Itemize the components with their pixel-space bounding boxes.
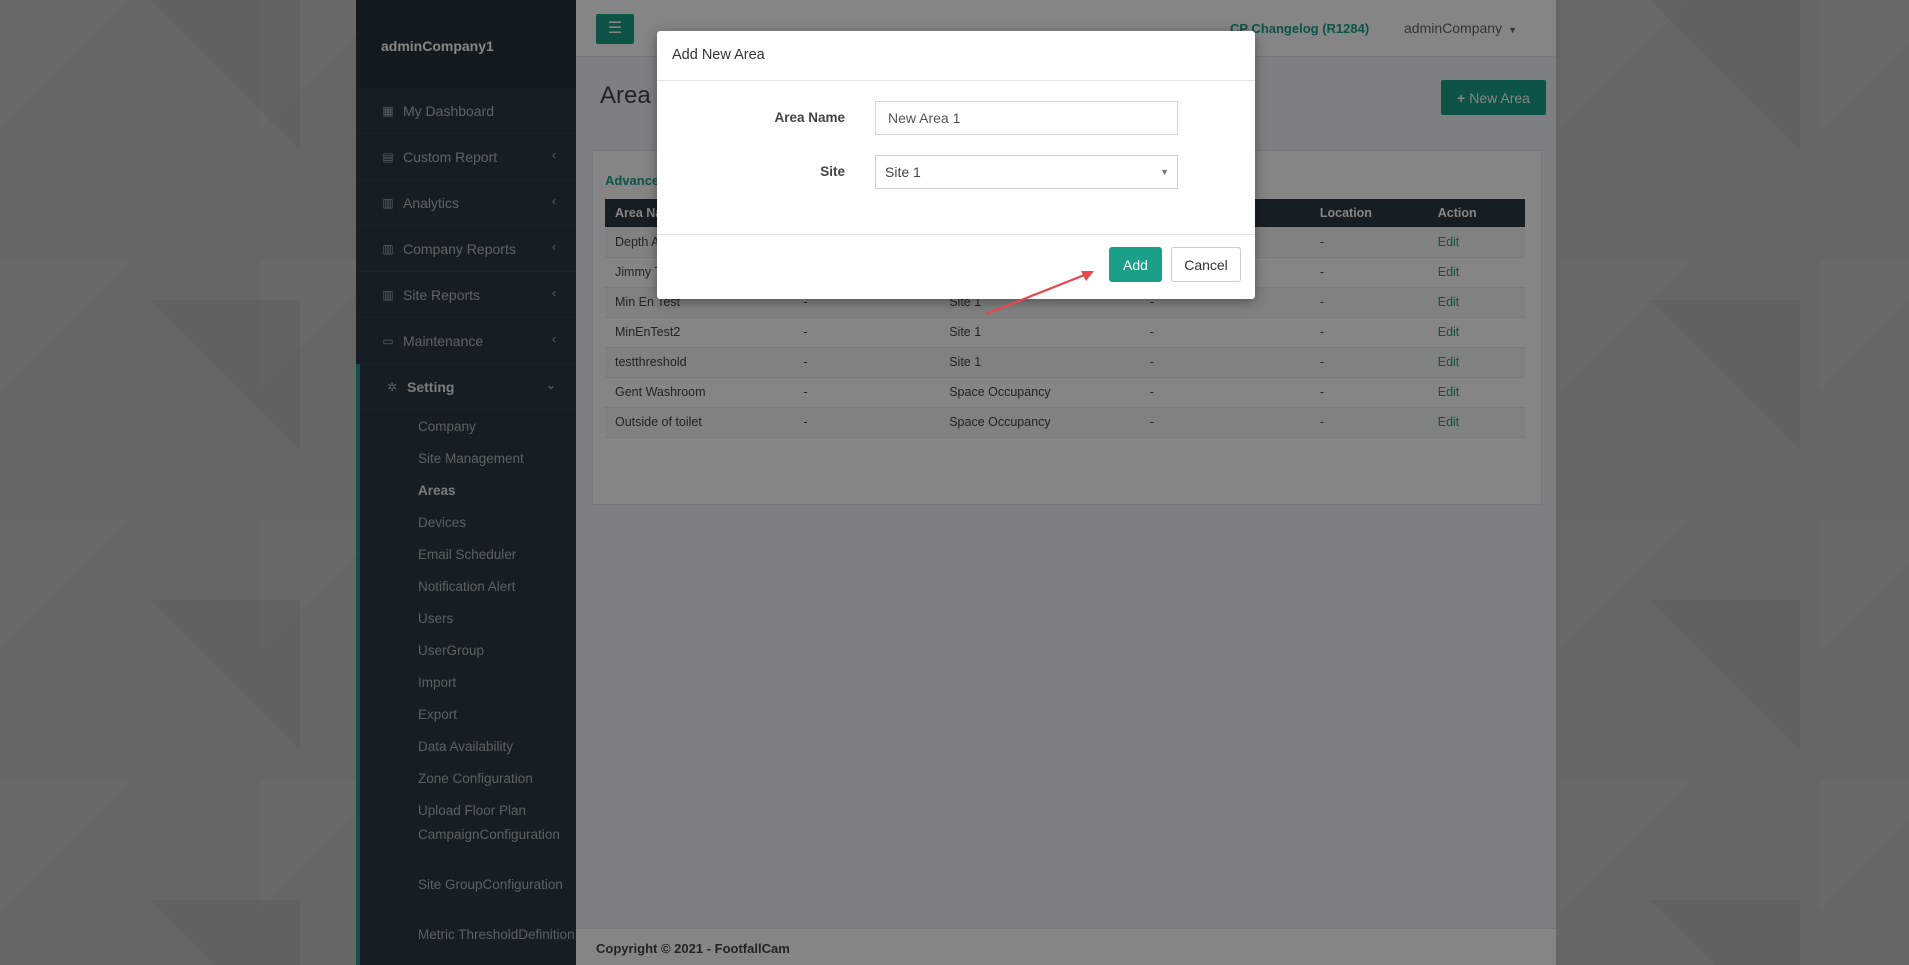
area-name-input[interactable] [875, 101, 1178, 135]
site-select[interactable]: Site 1 ▼ [875, 155, 1178, 189]
cancel-button[interactable]: Cancel [1171, 247, 1241, 282]
area-name-row: Area Name [657, 101, 1255, 137]
modal-title: Add New Area [657, 31, 1255, 81]
add-area-modal: Add New Area Area Name Site Site 1 ▼ Add… [657, 31, 1255, 299]
site-selected-value: Site 1 [885, 164, 921, 180]
modal-footer: Add Cancel [657, 234, 1255, 299]
add-button[interactable]: Add [1109, 247, 1162, 282]
site-label: Site [820, 164, 845, 179]
site-row: Site Site 1 ▼ [657, 155, 1255, 191]
dropdown-arrow-icon: ▼ [1160, 167, 1169, 177]
area-name-label: Area Name [774, 110, 845, 125]
